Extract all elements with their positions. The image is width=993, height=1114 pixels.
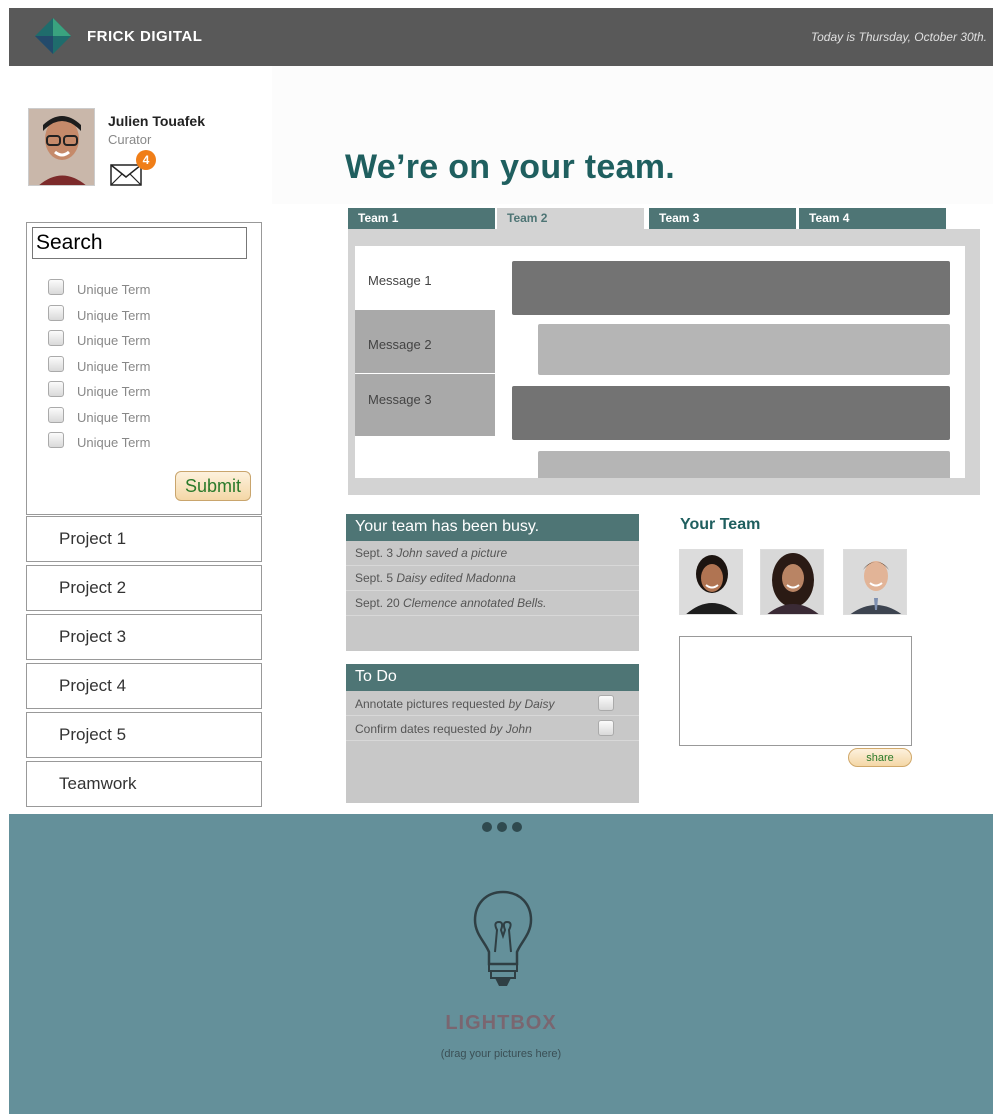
page-title: We’re on your team. [345, 148, 676, 186]
lightbulb-icon [473, 890, 533, 986]
date-text: Today is Thursday, October 30th. [810, 30, 987, 44]
term-checkbox[interactable] [48, 279, 64, 295]
project-item-4[interactable]: Project 4 [26, 663, 262, 709]
message-item[interactable]: Message 2 [355, 310, 495, 373]
activity-text: Clemence annotated Bells. [403, 596, 547, 610]
lightbox-title: LIGHTBOX [445, 1012, 557, 1034]
message-bubble[interactable] [512, 261, 950, 315]
profile-avatar[interactable] [28, 108, 95, 186]
todo-item[interactable]: Annotate pictures requested by Daisy [346, 691, 639, 716]
term-checkbox[interactable] [48, 406, 64, 423]
project-item-2[interactable]: Project 2 [26, 565, 262, 611]
message-bubble[interactable] [538, 451, 950, 478]
project-item-1[interactable]: Project 1 [26, 516, 262, 562]
more-dots-icon[interactable] [482, 822, 527, 832]
message-item[interactable]: Message 1 [355, 246, 495, 309]
team-title: Your Team [680, 516, 761, 533]
todo-checkbox[interactable] [598, 695, 614, 711]
todo-checkbox[interactable] [598, 720, 614, 736]
todo-item[interactable]: Confirm dates requested by John [346, 716, 639, 741]
term-label: Unique Term [77, 384, 151, 399]
message-bubble[interactable] [512, 386, 950, 440]
project-item-5[interactable]: Project 5 [26, 712, 262, 758]
mail-icon[interactable] [110, 164, 142, 186]
term-label: Unique Term [77, 282, 151, 297]
term-checkbox[interactable] [48, 304, 64, 321]
share-button[interactable]: share [848, 748, 912, 767]
term-label: Unique Term [77, 333, 151, 348]
project-item-3[interactable]: Project 3 [26, 614, 262, 660]
activity-title: Your team has been busy. [346, 514, 639, 541]
todo-title: To Do [346, 664, 639, 691]
activity-item[interactable]: Sept. 3 John saved a picture [346, 541, 639, 566]
term-label: Unique Term [77, 409, 151, 425]
activity-date: Sept. 20 [355, 596, 400, 610]
activity-date: Sept. 5 [355, 571, 394, 585]
activity-item[interactable]: Sept. 5 Daisy edited Madonna [346, 566, 639, 591]
message-item[interactable]: Message 3 [355, 374, 495, 436]
tab-team-4[interactable]: Team 4 [799, 208, 946, 229]
submit-button[interactable]: Submit [175, 471, 251, 501]
lightbox-hint: (drag your pictures here) [440, 1048, 562, 1060]
todo-panel: To Do Annotate pictures requested by Dai… [346, 664, 639, 803]
activity-panel: Your team has been busy. Sept. 3 John sa… [346, 514, 639, 651]
todo-text: Annotate pictures requested [355, 697, 506, 711]
activity-text: Daisy edited Madonna [396, 571, 516, 585]
term-label: Unique Term [77, 358, 151, 374]
lightbox-dropzone[interactable]: LIGHTBOX (drag your pictures here) [9, 814, 993, 1114]
team-member-avatar[interactable] [679, 549, 743, 615]
project-list: Project 1 Project 2 Project 3 Project 4 … [26, 516, 262, 810]
message-bubble[interactable] [538, 324, 950, 375]
todo-requester: by Daisy [508, 697, 555, 711]
term-checkbox[interactable] [48, 432, 64, 448]
tab-team-3[interactable]: Team 3 [649, 208, 796, 229]
team-member-avatar[interactable] [843, 549, 907, 615]
project-item-teamwork[interactable]: Teamwork [26, 761, 262, 807]
brand-name[interactable]: FRICK DIGITAL [87, 28, 202, 45]
todo-requester: by John [489, 722, 532, 736]
messages-list: Message 1 Message 2 Message 3 [355, 246, 965, 478]
activity-text: John saved a picture [396, 546, 508, 560]
profile-name: Julien Touafek [108, 113, 205, 129]
search-panel: Unique Term Unique Term Unique Term Uniq… [26, 222, 262, 515]
term-checkbox[interactable] [48, 381, 64, 397]
unread-badge[interactable]: 4 [136, 150, 156, 170]
profile-role: Curator [108, 132, 152, 147]
term-checkbox[interactable] [48, 330, 64, 346]
team-member-avatar[interactable] [760, 549, 824, 615]
share-textarea[interactable] [679, 636, 912, 746]
term-label: Unique Term [77, 435, 151, 450]
activity-item[interactable]: Sept. 20 Clemence annotated Bells. [346, 591, 639, 616]
frick-logo-icon[interactable] [35, 18, 71, 54]
messages-panel: Message 1 Message 2 Message 3 [348, 229, 980, 495]
activity-date: Sept. 3 [355, 546, 394, 560]
term-checkbox[interactable] [48, 355, 64, 372]
tab-team-1[interactable]: Team 1 [348, 208, 495, 229]
search-input[interactable] [32, 227, 247, 259]
term-label: Unique Term [77, 307, 151, 323]
todo-text: Confirm dates requested [355, 722, 487, 736]
top-bar: FRICK DIGITAL Today is Thursday, October… [9, 8, 993, 66]
